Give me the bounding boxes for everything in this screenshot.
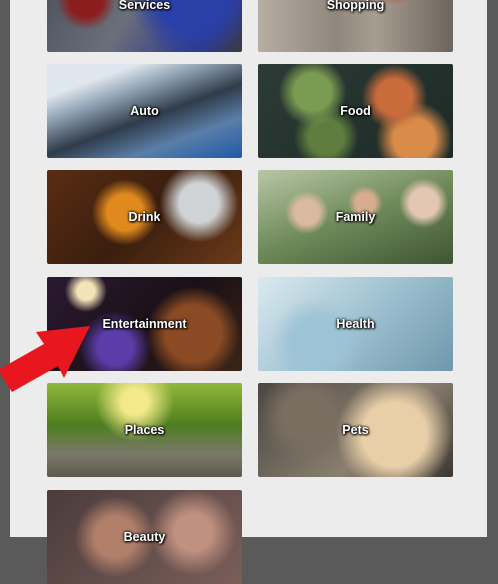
category-label: Drink	[128, 210, 161, 224]
category-label: Pets	[342, 423, 369, 437]
category-label: Auto	[130, 104, 159, 118]
category-tile-drink[interactable]: Drink	[47, 170, 242, 264]
category-tile-shopping[interactable]: Shopping	[258, 0, 453, 52]
category-tile-beauty[interactable]: Beauty	[47, 490, 242, 584]
category-label: Beauty	[123, 530, 166, 544]
category-label: Health	[336, 317, 375, 331]
category-tile-family[interactable]: Family	[258, 170, 453, 264]
pointer-arrow-icon	[0, 326, 90, 392]
category-tile-services[interactable]: Services	[47, 0, 242, 52]
category-tile-pets[interactable]: Pets	[258, 383, 453, 477]
category-label: Places	[124, 423, 165, 437]
category-tile-health[interactable]: Health	[258, 277, 453, 371]
category-label: Shopping	[326, 0, 385, 12]
category-label: Food	[340, 104, 371, 118]
category-tile-auto[interactable]: Auto	[47, 64, 242, 158]
category-label: Family	[335, 210, 376, 224]
category-label: Services	[118, 0, 171, 12]
category-tile-food[interactable]: Food	[258, 64, 453, 158]
